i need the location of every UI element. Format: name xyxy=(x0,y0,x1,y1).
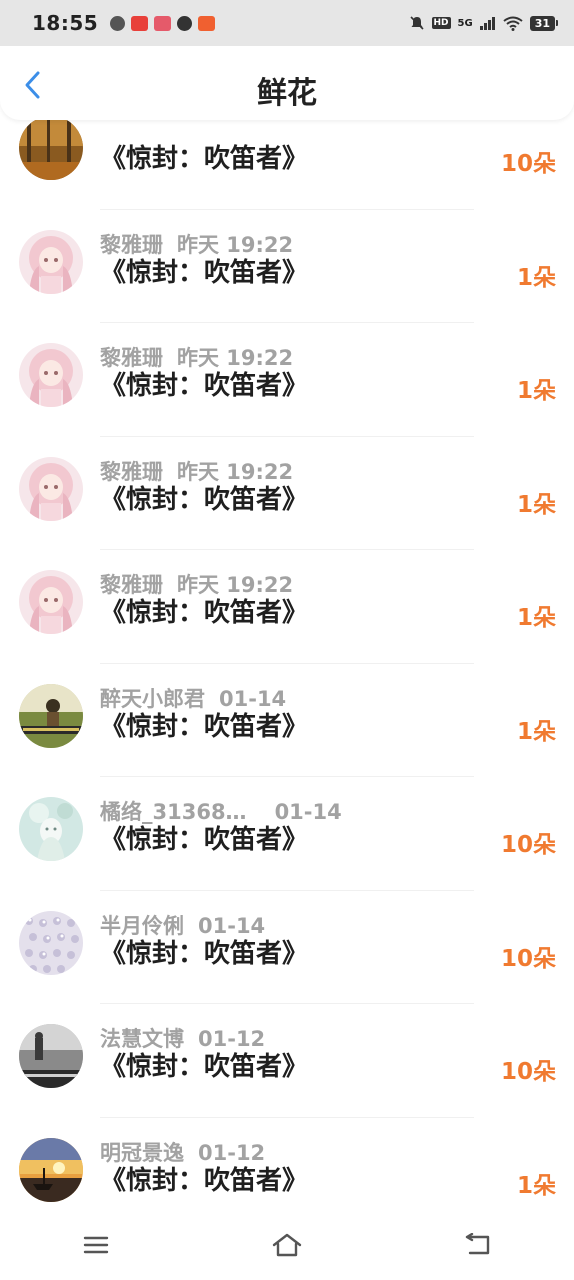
book-title[interactable]: 《惊封：吹笛者》 xyxy=(100,252,308,289)
hd-icon: HD xyxy=(431,17,451,29)
signal-icon xyxy=(479,17,495,30)
book-title[interactable]: 《惊封：吹笛者》 xyxy=(100,933,308,970)
flower-amount: 10朵 xyxy=(500,151,556,177)
book-title[interactable]: 《惊封：吹笛者》 xyxy=(100,365,308,402)
home-button[interactable] xyxy=(262,1225,312,1265)
battery-level: 31 xyxy=(529,15,555,31)
book-title[interactable]: 《惊封：吹笛者》 xyxy=(100,1160,308,1197)
flower-amount: 1朵 xyxy=(516,378,556,404)
flower-amount: 1朵 xyxy=(516,718,556,745)
book-title[interactable]: 《惊封：吹笛者》 xyxy=(100,819,308,856)
back-icon xyxy=(466,1233,490,1255)
list-item[interactable]: 半月伶俐 01-14 《惊封：吹笛者》 10朵 xyxy=(0,891,574,1004)
list-item[interactable]: 橘络_31368… 01-14 《惊封：吹笛者》 10朵 xyxy=(0,777,574,891)
avatar[interactable] xyxy=(19,797,83,861)
flower-amount: 10朵 xyxy=(500,1059,556,1085)
menu-icon xyxy=(83,1236,108,1254)
list-item[interactable]: 黎雅珊 昨天 19:22 《惊封：吹笛者》 1朵 xyxy=(0,323,574,437)
book-title[interactable]: 《惊封：吹笛者》 xyxy=(100,1046,308,1083)
app-notification-icon xyxy=(154,15,172,31)
notification-icons xyxy=(110,15,216,31)
avatar[interactable] xyxy=(19,343,83,407)
home-icon xyxy=(272,1233,302,1257)
avatar[interactable] xyxy=(19,116,83,180)
app-header: 鲜花 xyxy=(0,46,574,120)
list-item[interactable]: 醉天小郎君 01-14 《惊封：吹笛者》 1朵 xyxy=(0,664,574,777)
avatar[interactable] xyxy=(19,910,83,975)
book-title[interactable]: 《惊封：吹笛者》 xyxy=(100,138,308,175)
avatar[interactable] xyxy=(19,1137,83,1202)
globe-icon xyxy=(110,15,126,31)
status-bar: 18:55 HD 5G 31 xyxy=(0,0,574,46)
avatar[interactable] xyxy=(19,229,83,294)
page-title: 鲜花 xyxy=(257,76,317,111)
avatar[interactable] xyxy=(19,683,83,748)
book-title[interactable]: 《惊封：吹笛者》 xyxy=(100,592,308,629)
flower-amount: 10朵 xyxy=(500,945,556,972)
list-item[interactable]: 黎雅珊 昨天 19:22 《惊封：吹笛者》 1朵 xyxy=(0,550,574,664)
menu-button[interactable] xyxy=(71,1225,121,1265)
list-item[interactable]: 法慧文博 01-12 《惊封：吹笛者》 10朵 xyxy=(0,1004,574,1118)
back-nav-button[interactable] xyxy=(453,1225,503,1265)
status-time: 18:55 xyxy=(32,11,99,35)
flower-amount: 1朵 xyxy=(516,605,556,631)
flower-amount: 1朵 xyxy=(516,1172,556,1199)
avatar[interactable] xyxy=(19,456,83,521)
list-item[interactable]: 黎雅珊 昨天 19:22 《惊封：吹笛者》 1朵 xyxy=(0,210,574,323)
network-label: 5G xyxy=(457,17,473,29)
avatar[interactable] xyxy=(19,570,83,634)
battery-icon: 31 xyxy=(529,15,558,31)
wifi-icon xyxy=(503,16,523,31)
mute-icon xyxy=(409,16,424,30)
app-notification-icon xyxy=(131,15,149,31)
flower-amount: 10朵 xyxy=(500,832,556,858)
list-item[interactable]: 黎雅珊 昨天 19:22 《惊封：吹笛者》 1朵 xyxy=(0,437,574,550)
book-title[interactable]: 《惊封：吹笛者》 xyxy=(100,706,308,743)
system-icons: HD 5G 31 xyxy=(409,15,558,31)
message-icon xyxy=(177,15,193,31)
flower-amount: 1朵 xyxy=(516,264,556,291)
app-notification-icon xyxy=(198,15,216,31)
flower-amount: 1朵 xyxy=(516,491,556,518)
avatar[interactable] xyxy=(19,1024,83,1088)
system-nav-bar xyxy=(0,1210,574,1280)
flower-list: 《惊封：吹笛者》 10朵 黎雅珊 昨天 19:22 《惊封：吹笛者》 1朵 黎雅… xyxy=(0,96,574,1231)
book-title[interactable]: 《惊封：吹笛者》 xyxy=(100,479,308,516)
